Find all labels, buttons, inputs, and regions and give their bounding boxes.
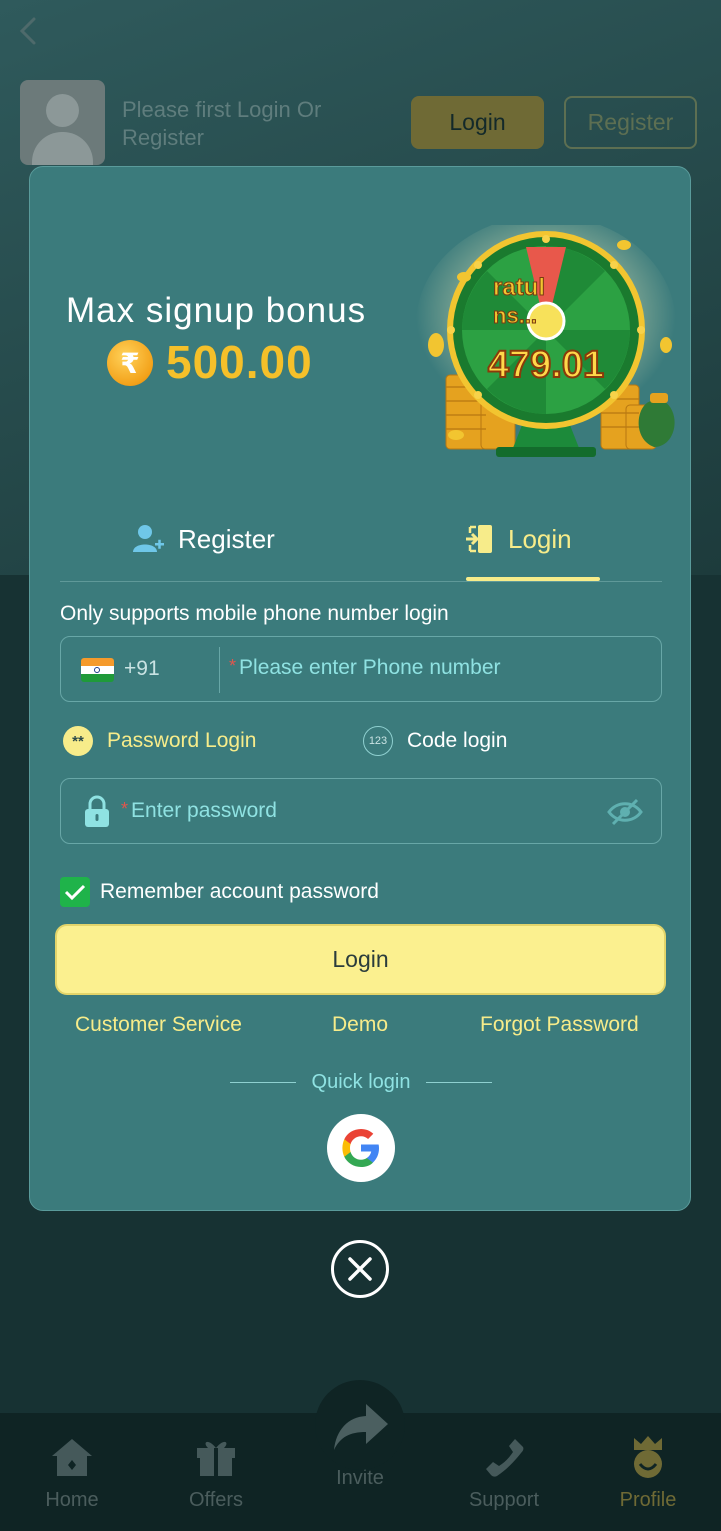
field-divider <box>219 647 220 693</box>
phone-input[interactable]: * Please enter Phone number <box>229 656 501 680</box>
rupee-coin-icon: ₹ <box>107 340 153 386</box>
password-input[interactable]: * Enter password <box>121 799 277 823</box>
password-login-option[interactable]: ** Password Login <box>63 725 256 757</box>
lock-icon <box>85 795 109 827</box>
nav-item-support[interactable]: Support <box>449 1413 559 1531</box>
home-icon <box>49 1435 95 1479</box>
numeric-code-icon: 123 <box>363 726 393 756</box>
demo-link[interactable]: Demo <box>332 1013 388 1037</box>
header-login-button[interactable]: Login <box>411 96 544 149</box>
nav-label-profile: Profile <box>619 1489 677 1511</box>
quick-login-divider: Quick login <box>230 1070 492 1094</box>
customer-service-link[interactable]: Customer Service <box>75 1013 242 1037</box>
tab-login[interactable]: Login <box>462 497 572 581</box>
google-login-button[interactable] <box>327 1114 395 1182</box>
nav-label-offers: Offers <box>188 1489 244 1511</box>
password-login-label: Password Login <box>107 729 257 752</box>
nav-item-profile[interactable]: Profile <box>593 1413 703 1531</box>
tab-register[interactable]: Register <box>132 497 275 581</box>
signup-login-modal: Max signup bonus ₹ 500.00 ratul ns... 47… <box>29 166 691 1211</box>
remember-password[interactable]: Remember account password <box>60 876 379 908</box>
nav-label-home: Home <box>45 1489 99 1511</box>
wheel-banner-bottom: ns... <box>493 303 537 328</box>
phone-icon <box>481 1435 527 1479</box>
forgot-password-link[interactable]: Forgot Password <box>480 1013 639 1037</box>
login-hint: Only supports mobile phone number login <box>60 602 449 625</box>
login-prompt-text: Please first Login Or Register <box>122 97 322 150</box>
india-flag-icon[interactable] <box>81 658 114 682</box>
profile-icon <box>625 1435 671 1479</box>
nav-label-support: Support <box>468 1489 540 1511</box>
close-modal-button[interactable] <box>331 1240 389 1298</box>
nav-item-home[interactable]: Home <box>17 1413 127 1531</box>
avatar <box>20 80 105 165</box>
back-arrow-icon[interactable] <box>14 14 44 48</box>
nav-item-offers[interactable]: Offers <box>161 1413 271 1531</box>
phone-field[interactable]: +91 * Please enter Phone number <box>60 636 662 702</box>
required-mark: * <box>229 656 237 676</box>
close-icon <box>348 1257 372 1281</box>
header-register-button[interactable]: Register <box>564 96 697 149</box>
phone-placeholder: Please enter Phone number <box>239 656 501 679</box>
google-icon <box>342 1129 379 1167</box>
remember-label: Remember account password <box>100 880 379 903</box>
password-dots-icon: ** <box>63 726 93 756</box>
active-tab-underline <box>466 577 600 581</box>
code-login-option[interactable]: 123 Code login <box>363 725 507 757</box>
add-user-icon <box>132 522 166 556</box>
code-login-label: Code login <box>407 729 508 752</box>
checkbox-checked-icon[interactable] <box>60 877 90 907</box>
prize-wheel-illustration: ratul ns... 479.01 <box>416 225 676 457</box>
bonus-title: Max signup bonus <box>66 291 367 330</box>
auth-tabs: Register Login <box>60 497 662 582</box>
login-button[interactable]: Login <box>55 924 666 995</box>
quick-login-label: Quick login <box>311 1070 411 1093</box>
password-placeholder: Enter password <box>131 799 277 822</box>
tab-register-label: Register <box>178 523 275 554</box>
door-enter-icon <box>462 522 496 556</box>
bonus-amount: 500.00 <box>166 336 313 388</box>
required-mark: * <box>121 799 129 819</box>
tab-login-label: Login <box>508 523 572 554</box>
wheel-amount: 479.01 <box>488 344 604 386</box>
invite-share-icon[interactable] <box>330 1400 390 1454</box>
country-code[interactable]: +91 <box>124 657 160 681</box>
wheel-banner-top: ratul <box>493 274 545 301</box>
gift-icon <box>193 1435 239 1479</box>
nav-label-invite: Invite <box>336 1467 384 1489</box>
eye-hidden-icon[interactable] <box>607 797 643 827</box>
password-field[interactable]: * Enter password <box>60 778 662 844</box>
